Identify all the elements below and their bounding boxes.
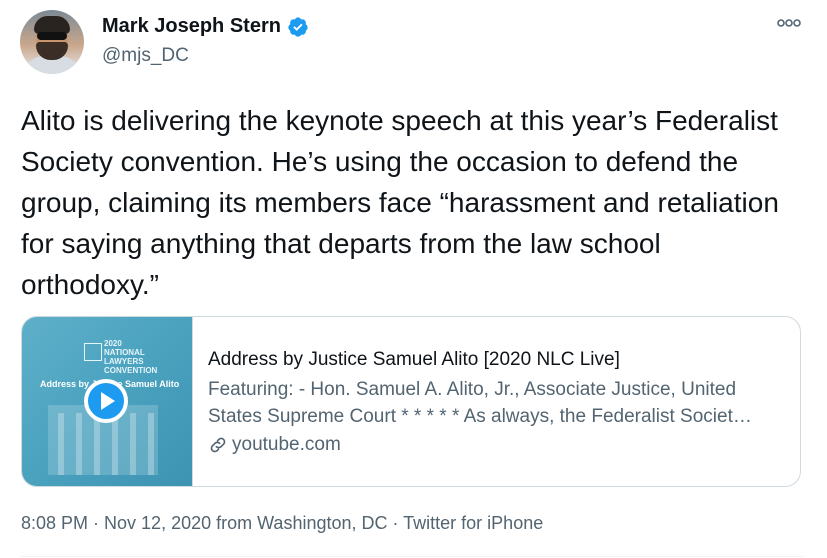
divider — [21, 556, 803, 557]
card-domain[interactable]: youtube.com — [208, 434, 341, 456]
author-name[interactable]: Mark Joseph Stern — [102, 15, 281, 38]
convention-logo-icon — [84, 343, 102, 361]
tweet-timestamp[interactable]: 8:08 PM · Nov 12, 2020 from Washington, … — [21, 513, 543, 534]
card-description: Featuring: - Hon. Samuel A. Alito, Jr., … — [208, 376, 788, 430]
thumbnail-logo-text: 2020 NATIONAL LAWYERS CONVENTION — [104, 339, 158, 375]
card-description-line: Featuring: - Hon. Samuel A. Alito, Jr., … — [208, 379, 737, 400]
author-handle[interactable]: @mjs_DC — [102, 45, 189, 67]
tweet-text: Alito is delivering the keynote speech a… — [21, 105, 779, 300]
play-icon[interactable] — [84, 379, 128, 423]
link-icon — [210, 437, 226, 453]
card-title: Address by Justice Samuel Alito [2020 NL… — [208, 349, 620, 370]
card-description-line: States Supreme Court * * * * * As always… — [208, 406, 752, 427]
verified-badge-icon — [288, 17, 308, 37]
video-thumbnail[interactable]: 2020 NATIONAL LAWYERS CONVENTION Address… — [22, 317, 193, 486]
more-options-icon[interactable] — [776, 16, 802, 30]
link-preview-card[interactable]: 2020 NATIONAL LAWYERS CONVENTION Address… — [21, 316, 801, 487]
author-avatar[interactable] — [20, 10, 84, 74]
card-domain-text: youtube.com — [232, 434, 341, 455]
